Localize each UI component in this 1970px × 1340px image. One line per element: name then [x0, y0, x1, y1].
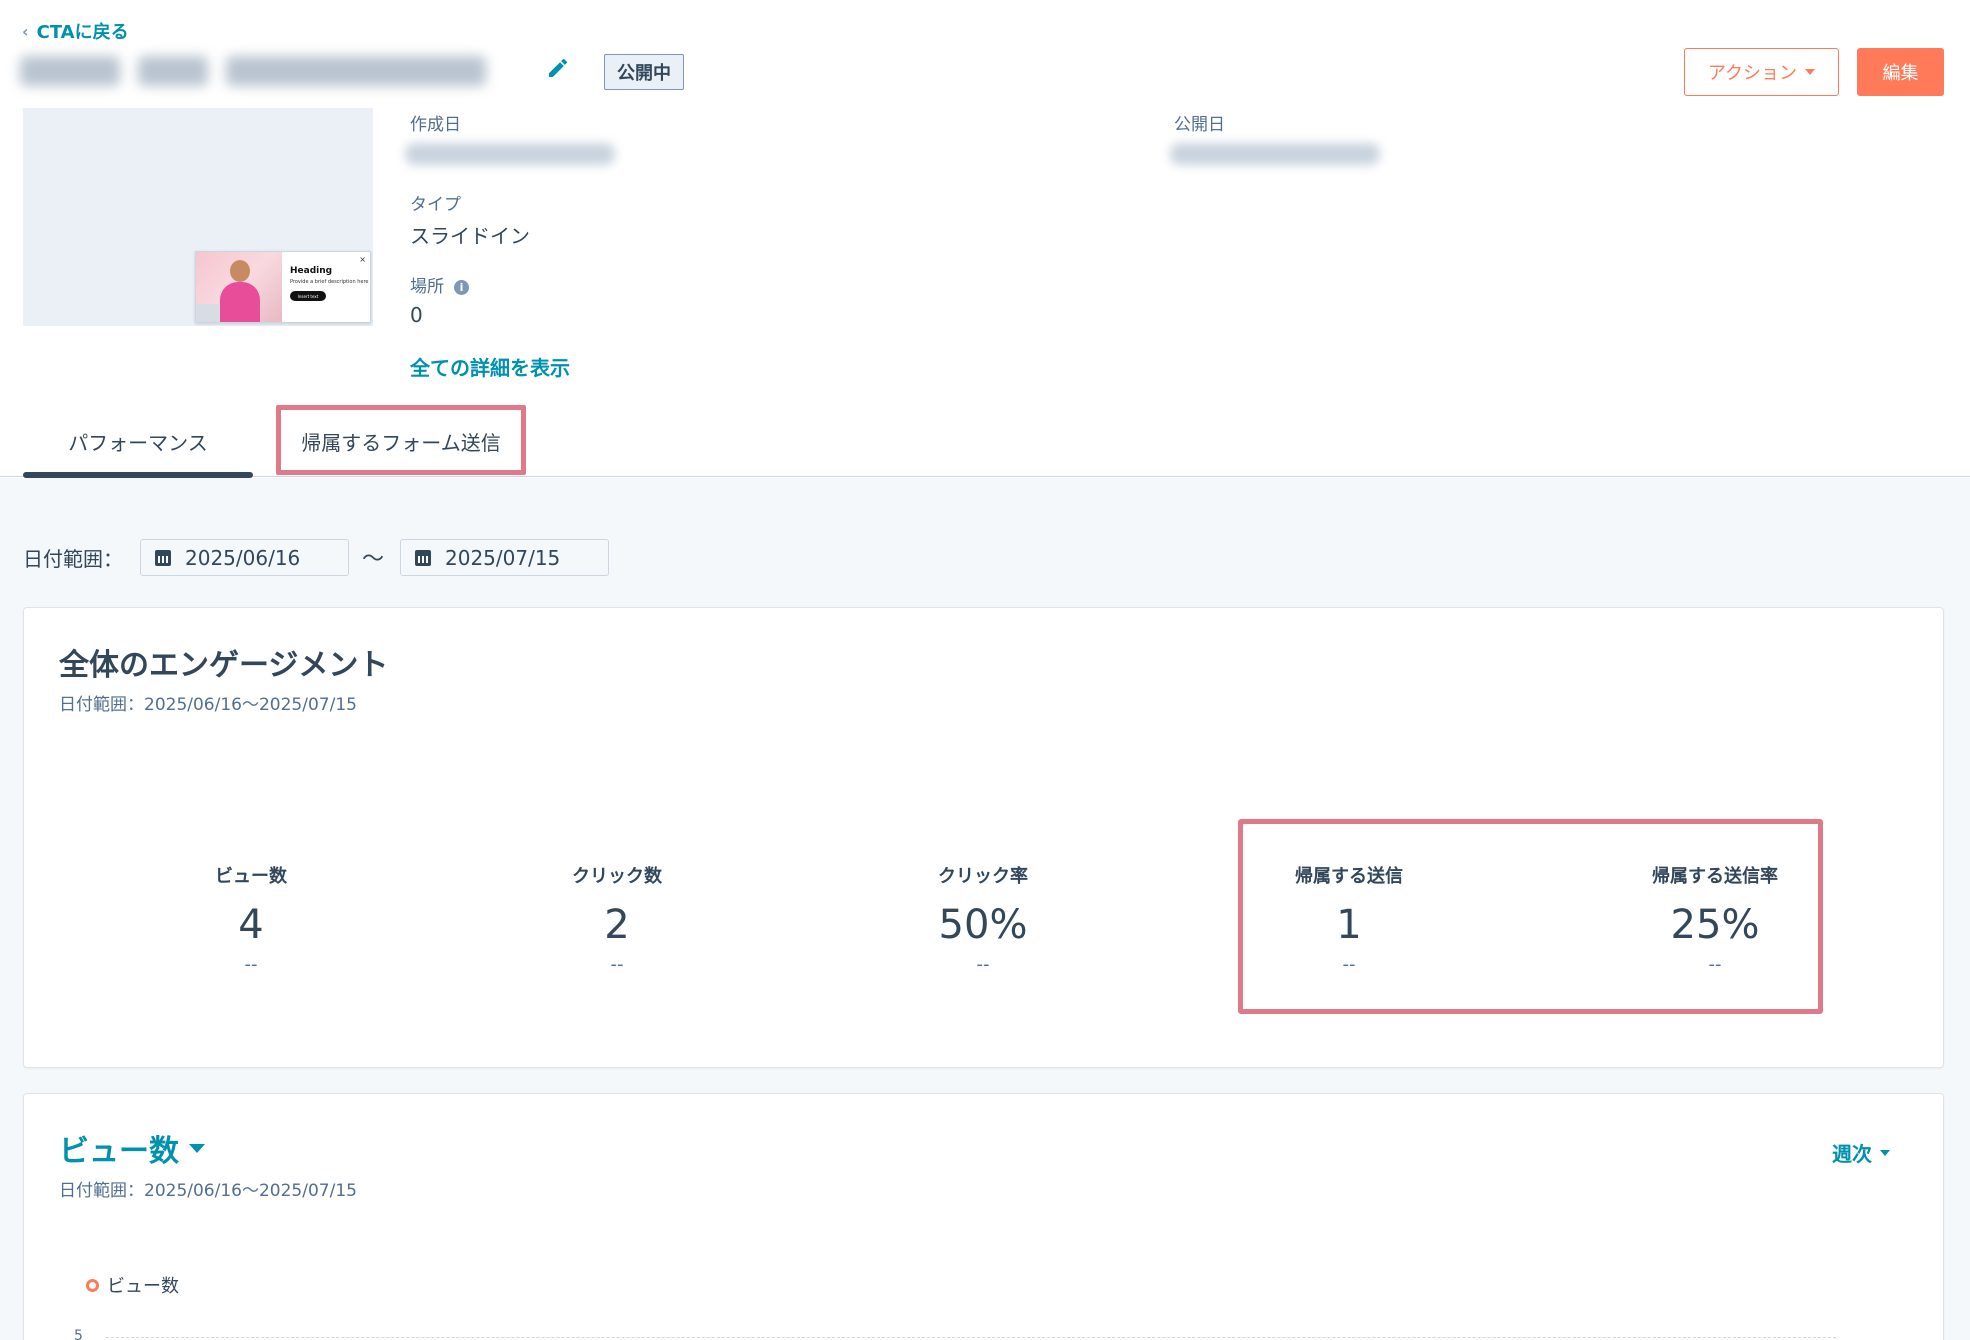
published-date-label: 公開日: [1174, 115, 1225, 135]
edit-button[interactable]: 編集: [1857, 48, 1944, 96]
caret-down-icon: [1805, 69, 1816, 75]
preview-button: Insert text: [290, 291, 326, 301]
start-date-input[interactable]: 2025/06/16: [140, 539, 349, 576]
actions-dropdown-button[interactable]: アクション: [1684, 48, 1839, 96]
stat-delta: --: [976, 954, 990, 975]
legend-marker-icon: [86, 1278, 99, 1292]
back-to-cta-link[interactable]: ‹ CTAに戻る: [22, 18, 129, 44]
type-label: タイプ: [410, 195, 461, 215]
location-value: 0: [410, 303, 423, 327]
frequency-label: 週次: [1832, 1142, 1872, 1166]
header-section: ‹ CTAに戻る 公開中 アクション 編集 Heading Provide a …: [0, 0, 1970, 478]
frequency-dropdown[interactable]: 週次: [1832, 1138, 1890, 1167]
caret-down-icon: [1880, 1149, 1890, 1156]
cta-preview-thumbnail: Heading Provide a brief description here…: [23, 108, 373, 326]
stat-value: 50%: [938, 902, 1028, 948]
close-icon: ×: [359, 255, 366, 264]
highlight-box-tab: [276, 405, 526, 475]
show-all-details-link[interactable]: 全ての詳細を表示: [410, 352, 570, 381]
published-date-redacted: [1170, 143, 1380, 165]
stat-label: クリック率: [938, 866, 1028, 887]
stat-value: 2: [604, 902, 630, 948]
engagement-date-range: 日付範囲：2025/06/16〜2025/07/15: [59, 695, 357, 715]
preview-photo: [196, 252, 282, 322]
end-date-value: 2025/07/15: [445, 545, 561, 570]
end-date-input[interactable]: 2025/07/15: [400, 539, 609, 576]
slide-in-preview: Heading Provide a brief description here…: [195, 251, 371, 323]
date-range-label: 日付範囲：: [23, 547, 123, 571]
calendar-icon: [415, 549, 431, 566]
preview-description: Provide a brief description here: [290, 279, 369, 285]
tab-performance[interactable]: パフォーマンス: [23, 405, 253, 477]
created-date-redacted: [405, 143, 615, 165]
stat-click-rate: クリック率 50% --: [833, 862, 1133, 975]
stat-views: ビュー数 4 --: [101, 862, 401, 975]
preview-heading: Heading: [290, 266, 333, 276]
location-label: 場所: [410, 277, 444, 297]
stat-value: 4: [238, 902, 264, 948]
chart-gridline: [106, 1337, 1836, 1338]
stat-clicks: クリック数 2 --: [467, 862, 767, 975]
chevron-left-icon: ‹: [22, 21, 29, 41]
chart-legend: ビュー数: [86, 1272, 179, 1298]
actions-button-label: アクション: [1707, 63, 1798, 84]
legend-label: ビュー数: [107, 1276, 179, 1297]
engagement-title: 全体のエンゲージメント: [59, 648, 389, 683]
calendar-icon: [155, 549, 171, 566]
views-chart-card: [23, 1093, 1944, 1340]
cta-title-redacted: [20, 48, 530, 94]
stat-delta: --: [610, 954, 624, 975]
y-axis-tick: 5: [74, 1328, 83, 1340]
stat-label: クリック数: [572, 866, 662, 887]
stat-label: ビュー数: [215, 866, 287, 887]
status-badge: 公開中: [604, 54, 684, 90]
pencil-edit-icon[interactable]: [546, 56, 570, 80]
stat-delta: --: [244, 954, 258, 975]
views-title: ビュー数: [59, 1134, 179, 1169]
start-date-value: 2025/06/16: [185, 545, 301, 570]
info-icon[interactable]: i: [454, 279, 469, 295]
created-date-label: 作成日: [410, 115, 461, 135]
date-separator: 〜: [362, 547, 385, 572]
highlight-box-stats: [1238, 819, 1823, 1014]
caret-down-icon: [189, 1143, 205, 1153]
back-link-label: CTAに戻る: [36, 22, 129, 43]
type-value: スライドイン: [410, 224, 530, 248]
views-metric-dropdown[interactable]: ビュー数: [59, 1126, 205, 1170]
location-label-row: 場所 i: [410, 272, 469, 297]
views-date-range: 日付範囲：2025/06/16〜2025/07/15: [59, 1181, 357, 1201]
